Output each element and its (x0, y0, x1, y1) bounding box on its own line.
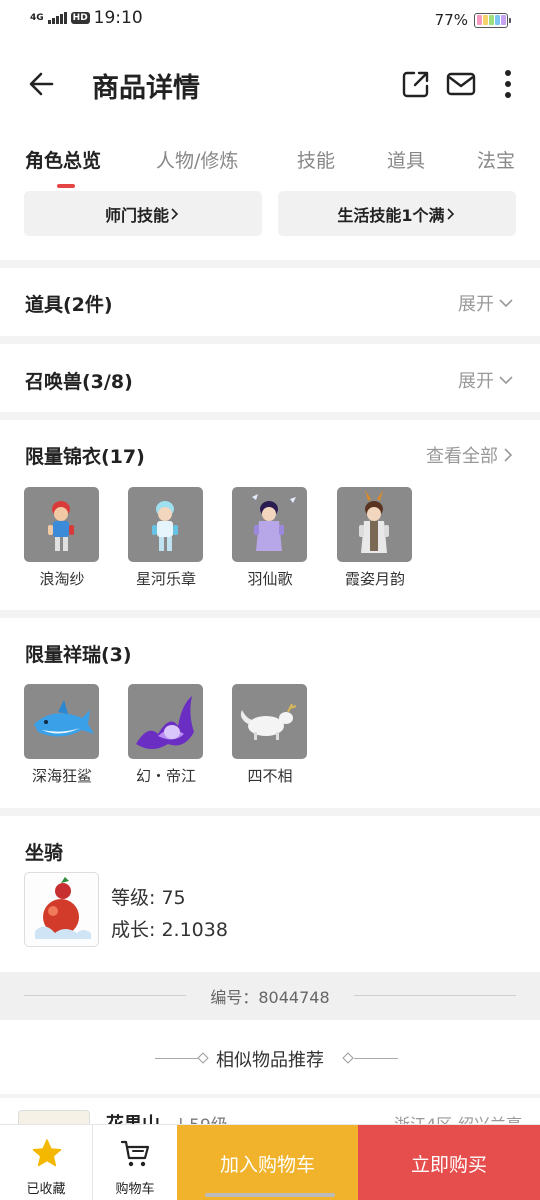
outfit-thumbnail (337, 487, 412, 562)
outfits-view-all-button[interactable]: 查看全部 (426, 442, 514, 468)
buy-now-button[interactable]: 立即购买 (358, 1125, 540, 1200)
battery-percent: 77% (434, 11, 468, 29)
expand-label: 展开 (458, 371, 494, 392)
auspicious-item[interactable]: 幻・帝江 (128, 684, 204, 786)
auspicious-label: 四不相 (247, 767, 293, 785)
status-time: 19:10 (93, 8, 143, 28)
view-all-label: 查看全部 (426, 446, 498, 467)
items-expand-button[interactable]: 展开 (458, 290, 514, 316)
recommend-header: 相似物品推荐 (0, 1020, 540, 1094)
outfit-item[interactable]: 羽仙歌 (232, 487, 308, 589)
serial-band: 编号：8044748 (0, 972, 540, 1020)
outfit-label: 浪淘纱 (39, 570, 85, 588)
expand-label: 展开 (458, 294, 494, 315)
favorite-label: 已收藏 (26, 1182, 66, 1197)
character-figure-icon (359, 490, 389, 553)
chevron-down-icon (499, 376, 513, 385)
chevron-right-icon (171, 207, 179, 220)
cart-icon (120, 1140, 150, 1167)
auspicious-label: 幻・帝江 (135, 767, 196, 785)
mount-level: 等级: 75 (111, 887, 186, 909)
favorite-button[interactable]: 已收藏 (0, 1125, 92, 1200)
battery-icon (474, 12, 511, 28)
tab-indicator (57, 184, 75, 188)
outfit-thumbnail (232, 487, 307, 562)
outfit-thumbnail (128, 487, 203, 562)
bottom-action-bar: 已收藏 购物车 加入购物车 立即购买 (0, 1124, 540, 1200)
auspicious-thumbnail (232, 684, 307, 759)
life-skill-label: 生活技能1个满 (337, 205, 445, 225)
pets-expand-button[interactable]: 展开 (458, 367, 514, 393)
mount-section: 坐骑 等级: 75 成长: 2.1038 (0, 816, 540, 972)
school-skill-label: 师门技能 (104, 205, 169, 225)
divider (354, 995, 516, 996)
outfit-label: 霞姿月韵 (344, 570, 405, 588)
character-figure-icon (152, 501, 178, 551)
share-icon[interactable] (400, 68, 432, 100)
auspicious-thumbnail (24, 684, 99, 759)
deer-beast-icon (240, 703, 297, 740)
divider (354, 1058, 398, 1059)
recommend-title: 相似物品推荐 (216, 1050, 324, 1071)
more-icon[interactable] (492, 68, 524, 100)
page-title: 商品详情 (92, 73, 200, 104)
add-to-cart-button[interactable]: 加入购物车 (177, 1125, 358, 1200)
items-section-title: 道具(2件) (25, 294, 113, 316)
status-bar: 4G HD 19:10 77% (0, 0, 540, 44)
mount-gourd-icon (35, 877, 91, 939)
tab-overview[interactable]: 角色总览 (25, 146, 101, 173)
auspicious-label: 深海狂鲨 (31, 767, 92, 785)
chevron-right-icon (446, 207, 454, 220)
outfit-label: 羽仙歌 (247, 570, 293, 588)
auspicious-item[interactable]: 深海狂鲨 (24, 684, 100, 786)
auspicious-section-title: 限量祥瑞(3) (25, 644, 132, 666)
auspicious-thumbnail (128, 684, 203, 759)
skill-row: 师门技能 生活技能1个满 (0, 190, 540, 260)
auspicious-item[interactable]: 四不相 (232, 684, 308, 786)
cart-label: 购物车 (115, 1182, 155, 1197)
pets-section[interactable]: 召唤兽(3/8) 展开 (0, 344, 540, 412)
outfit-item[interactable]: 浪淘纱 (24, 487, 100, 589)
outfit-thumbnail (24, 487, 99, 562)
character-figure-icon (48, 501, 74, 551)
tab-bar: 角色总览 人物/修炼 技能 道具 法宝 (0, 128, 540, 190)
outfits-section-title: 限量锦衣(17) (25, 446, 145, 468)
outfit-label: 星河乐章 (135, 570, 196, 588)
outfit-item[interactable]: 星河乐章 (128, 487, 204, 589)
character-figure-icon (252, 494, 296, 551)
signal-icon (47, 12, 67, 24)
outfits-section: 限量锦衣(17) 查看全部 浪淘纱 星河乐章 羽仙歌 霞姿月韵 (0, 420, 540, 610)
outfit-item[interactable]: 霞姿月韵 (337, 487, 413, 589)
back-arrow-icon[interactable] (24, 66, 60, 102)
mythical-beast-icon (136, 696, 194, 749)
mount-image[interactable] (24, 872, 99, 947)
auspicious-section: 限量祥瑞(3) 深海狂鲨 幻・帝江 四不相 (0, 618, 540, 808)
chevron-right-icon (504, 448, 513, 462)
tab-treasure[interactable]: 法宝 (477, 146, 515, 173)
home-indicator (205, 1193, 335, 1197)
message-icon[interactable] (445, 68, 477, 100)
tab-items[interactable]: 道具 (387, 146, 425, 173)
nav-bar: 商品详情 (0, 44, 540, 128)
cart-button[interactable]: 购物车 (93, 1125, 177, 1200)
tab-skills[interactable]: 技能 (297, 146, 335, 173)
tab-character[interactable]: 人物/修炼 (156, 146, 238, 173)
chevron-down-icon (499, 299, 513, 308)
school-skill-button[interactable]: 师门技能 (24, 191, 262, 236)
star-icon (32, 1139, 62, 1167)
serial-number: 编号：8044748 (210, 988, 330, 1007)
items-section[interactable]: 道具(2件) 展开 (0, 268, 540, 336)
life-skill-button[interactable]: 生活技能1个满 (278, 191, 516, 236)
pets-section-title: 召唤兽(3/8) (25, 371, 133, 393)
network-type: 4G (30, 12, 44, 23)
shark-icon (34, 700, 94, 737)
hd-icon: HD (70, 12, 90, 24)
mount-section-title: 坐骑 (25, 842, 64, 864)
mount-growth: 成长: 2.1038 (111, 919, 228, 941)
